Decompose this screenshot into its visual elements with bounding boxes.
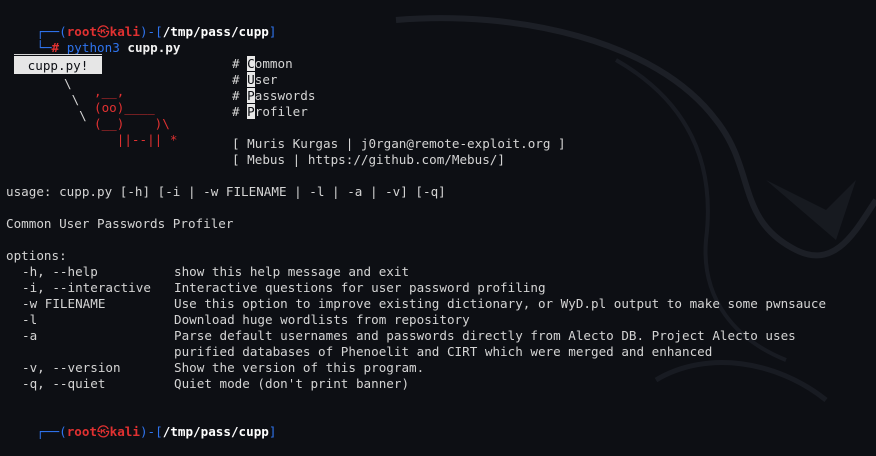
option-row: -w FILENAME Use this option to improve ex… (22, 296, 827, 311)
option-row: -i, --interactive Interactive questions f… (22, 280, 546, 295)
option-row: -q, --quiet Quiet mode (don't print banne… (22, 376, 410, 391)
acronym-line: # Profiler (232, 104, 308, 119)
command-program: python3 (66, 40, 120, 55)
command-arg: cupp.py (127, 40, 181, 55)
banner-box-top-line (14, 54, 102, 55)
mascot-face-3: (__) )\ (94, 116, 170, 131)
mascot-face-4: ||--|| * (94, 132, 178, 147)
credit-line-2: [ Mebus | https://github.com/Mebus/] (232, 152, 505, 167)
prompt-bracket-close: ] (268, 24, 277, 39)
option-row: purified databases of Phenoelit and CIRT… (174, 344, 713, 359)
usage-line: usage: cupp.py [-h] [-i | -w FILENAME | … (6, 184, 446, 199)
options-header: options: (6, 248, 67, 263)
skull-icon: ㉿ (97, 424, 110, 439)
option-row: -h, --help show this help message and exi… (22, 264, 410, 279)
mascot-line-3: \ (64, 108, 87, 123)
prompt-line-1: ┌──(root㉿kali)-[/tmp/pass/cupp] (6, 8, 276, 39)
prompt-hash: # (51, 40, 60, 55)
banner-label: cupp.py! (14, 56, 102, 74)
mascot-face-1: ,__, (94, 84, 125, 99)
mascot-face-2: (oo)____ (94, 100, 155, 115)
credit-line-1: [ Muris Kurgas | j0rgan@remote-exploit.o… (232, 136, 566, 151)
option-row: -v, --version Show the version of this pr… (22, 360, 425, 375)
cow-mascot: \ \ \ ,__, (oo)____ (__) )\ ||--|| * (64, 76, 194, 160)
prompt-second-prefix: └─ (36, 40, 52, 55)
prompt-line-2: └─# python3 cupp.py (6, 24, 180, 55)
mascot-line-2: \ (64, 92, 80, 107)
mascot-line-1: \ (64, 76, 72, 91)
acronym-line: # Common (232, 56, 293, 71)
option-row: -a Parse default usernames and passwords … (22, 328, 796, 343)
acronym-line: # Passwords (232, 88, 316, 103)
banner-acronym: # Common # User # Passwords # Profiler [… (232, 56, 566, 168)
terminal-window[interactable]: ┌──(root㉿kali)-[/tmp/pass/cupp] └─# pyth… (6, 4, 872, 439)
description-line: Common User Passwords Profiler (6, 216, 234, 231)
prompt-line-next: ┌──(root㉿kali)-[/tmp/pass/cupp] (36, 424, 277, 439)
acronym-line: # User (232, 72, 278, 87)
option-row: -l Download huge wordlists from repositor… (22, 312, 470, 327)
